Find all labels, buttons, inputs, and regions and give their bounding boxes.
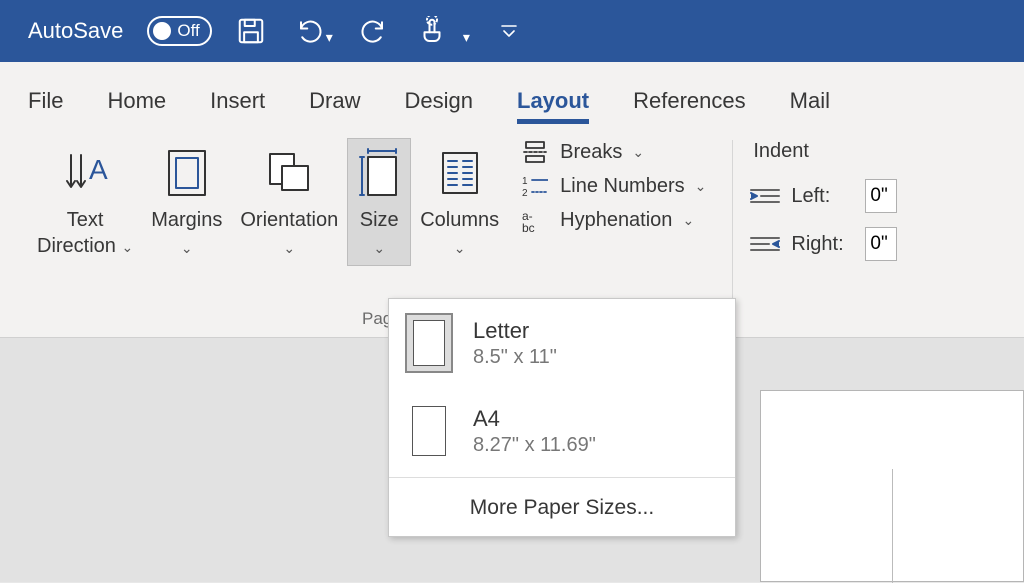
tab-mailings[interactable]: Mail (790, 88, 830, 128)
chevron-down-icon: ⌄ (181, 235, 193, 261)
redo-icon (357, 16, 387, 46)
margins-icon (165, 148, 209, 198)
size-button[interactable]: Size⌄ (347, 138, 411, 266)
breaks-button[interactable]: Breaks ⌄ (520, 140, 706, 164)
page-thumb-icon (405, 313, 453, 373)
size-option-a4[interactable]: A4 8.27" x 11.69" (389, 387, 735, 475)
chevron-down-icon: ⌄ (373, 235, 385, 261)
tab-draw[interactable]: Draw (309, 88, 360, 128)
customize-qat-icon (499, 21, 519, 41)
chevron-down-icon: ⌄ (121, 239, 133, 255)
orientation-icon (264, 148, 314, 198)
tab-layout[interactable]: Layout (517, 88, 589, 128)
columns-button[interactable]: Columns⌄ (411, 138, 508, 266)
redo-button[interactable] (351, 10, 393, 52)
chevron-down-icon: ⌄ (283, 235, 295, 261)
tab-home[interactable]: Home (107, 88, 166, 128)
tab-design[interactable]: Design (405, 88, 473, 128)
chevron-down-icon: ⌄ (682, 212, 694, 229)
indent-left-icon (749, 185, 781, 207)
save-icon (236, 16, 266, 46)
undo-icon (296, 16, 326, 46)
tab-insert[interactable]: Insert (210, 88, 265, 128)
toggle-knob (153, 22, 171, 40)
indent-left-input[interactable] (865, 179, 897, 213)
toggle-state-text: Off (177, 21, 199, 41)
group-separator (732, 140, 733, 301)
svg-text:A: A (89, 154, 108, 185)
text-direction-icon: A (61, 149, 109, 197)
indent-heading: Indent (749, 140, 897, 163)
undo-dropdown-caret[interactable]: ▾ (326, 29, 333, 46)
columns-icon (439, 149, 481, 197)
indent-left-label: Left: (791, 185, 855, 208)
title-bar: AutoSave Off ▾ ▾ (0, 0, 1024, 62)
breaks-icon (522, 140, 548, 164)
chevron-down-icon: ⌄ (695, 178, 707, 195)
touch-icon (417, 16, 447, 46)
indent-right-label: Right: (791, 233, 855, 256)
line-numbers-icon: 12 (522, 174, 548, 198)
text-direction-button[interactable]: A TextDirection ⌄ (28, 138, 142, 265)
save-button[interactable] (230, 10, 272, 52)
hyphenation-icon: a-bc (522, 208, 548, 232)
size-dropdown-menu: Letter 8.5" x 11" A4 8.27" x 11.69" More… (388, 298, 736, 537)
indent-right-input[interactable] (865, 227, 897, 261)
touch-dropdown-caret[interactable]: ▾ (463, 29, 470, 46)
margins-button[interactable]: Margins⌄ (142, 138, 231, 266)
menu-separator (389, 477, 735, 478)
line-numbers-button[interactable]: 12 Line Numbers ⌄ (520, 174, 706, 198)
document-page[interactable] (760, 390, 1024, 582)
size-option-letter[interactable]: Letter 8.5" x 11" (389, 299, 735, 387)
indent-right-icon (749, 233, 781, 255)
chevron-down-icon: ⌄ (632, 144, 644, 161)
column-rule (892, 469, 893, 583)
tab-references[interactable]: References (633, 88, 746, 128)
hyphenation-button[interactable]: a-bc Hyphenation ⌄ (520, 208, 706, 232)
chevron-down-icon: ⌄ (454, 235, 466, 261)
svg-text:1: 1 (522, 176, 528, 187)
group-paragraph: Indent Left: Right: (739, 128, 923, 337)
ribbon-tabs: File Home Insert Draw Design Layout Refe… (0, 62, 1024, 128)
autosave-label: AutoSave (28, 18, 123, 44)
tab-file[interactable]: File (28, 88, 63, 128)
customize-qat-button[interactable] (488, 10, 530, 52)
svg-text:bc: bc (522, 221, 535, 232)
svg-text:2: 2 (522, 188, 528, 198)
touch-mode-button[interactable] (411, 10, 453, 52)
orientation-button[interactable]: Orientation⌄ (231, 138, 347, 266)
size-icon (356, 147, 402, 199)
autosave-toggle[interactable]: Off (147, 16, 211, 46)
page-thumb-icon (405, 401, 453, 461)
more-paper-sizes[interactable]: More Paper Sizes... (389, 480, 735, 536)
